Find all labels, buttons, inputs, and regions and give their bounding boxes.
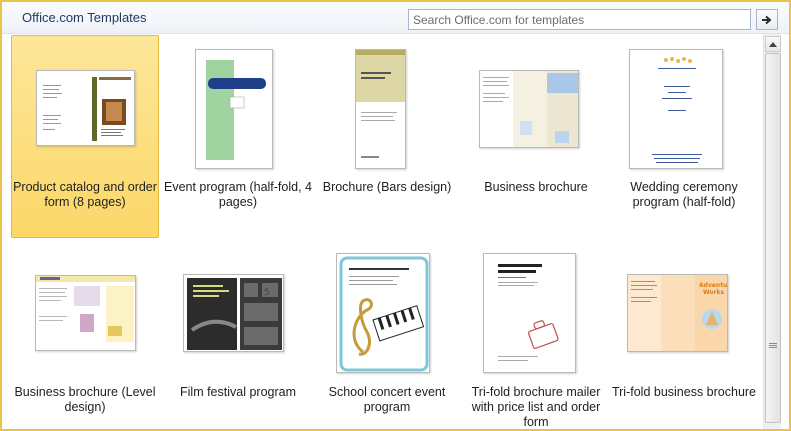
level-brochure-thumbnail-art: [36, 276, 135, 342]
search-input[interactable]: [408, 9, 751, 30]
template-label: Product catalog and order form (8 pages): [13, 180, 157, 209]
template-label: Tri-fold business brochure: [611, 385, 757, 399]
business-brochure-thumbnail-art: [480, 71, 578, 147]
template-label: Business brochure (Level design): [14, 385, 156, 414]
scroll-up-button[interactable]: [765, 36, 781, 52]
template-thumbnail: [35, 275, 136, 351]
template-label: Tri-fold brochure mailer with price list…: [471, 385, 601, 429]
template-thumbnail: [629, 49, 723, 169]
search-go-button[interactable]: [756, 9, 778, 30]
template-label: Film festival program: [180, 385, 296, 399]
template-thumbnail: Adventure Works: [627, 274, 728, 352]
template-thumbnail: [355, 49, 406, 169]
svg-text:5: 5: [264, 288, 270, 298]
template-tile[interactable]: 5: [164, 239, 312, 429]
template-grid: Product catalog and order form (8 pages)…: [2, 34, 762, 429]
wedding-program-thumbnail-art: [652, 57, 702, 163]
template-thumbnail: [483, 253, 576, 373]
template-thumbnail: 5: [183, 274, 284, 352]
header-title: Office.com Templates: [22, 10, 147, 25]
template-label: Event program (half-fold, 4 pages): [164, 180, 312, 209]
template-label: School concert event program: [328, 385, 446, 414]
trifold-mailer-thumbnail-art: [498, 264, 559, 361]
event-program-thumbnail-art: [206, 60, 266, 160]
film-festival-thumbnail-art: 5: [187, 278, 282, 350]
catalog-thumbnail-art: [41, 75, 131, 143]
school-concert-thumbnail-art: [339, 256, 429, 372]
svg-text:Adventure: Adventure: [699, 282, 728, 289]
svg-text:Works: Works: [703, 289, 724, 296]
template-label: Business brochure: [484, 180, 588, 194]
template-thumbnail: [36, 70, 135, 146]
triangle-up-icon: [769, 41, 777, 47]
template-thumbnail: [195, 49, 273, 169]
vertical-scrollbar[interactable]: [763, 34, 781, 429]
grip-line: [769, 347, 777, 348]
trifold-business-thumbnail-art: Adventure Works: [628, 275, 728, 351]
template-tile[interactable]: [462, 35, 610, 238]
template-tile[interactable]: [313, 35, 461, 238]
template-label: Wedding ceremony program (half-fold): [630, 180, 738, 209]
grip-line: [769, 345, 777, 346]
template-tile[interactable]: Adventure Works: [610, 239, 758, 429]
template-thumbnail: [479, 70, 579, 148]
template-label: Brochure (Bars design): [322, 180, 452, 194]
templates-header: Office.com Templates: [2, 2, 789, 34]
scroll-thumb[interactable]: [765, 53, 781, 423]
grip-line: [769, 343, 777, 344]
brochure-bars-thumbnail-art: [356, 50, 405, 158]
template-thumbnail: [336, 253, 430, 373]
arrow-right-icon: [762, 15, 772, 24]
